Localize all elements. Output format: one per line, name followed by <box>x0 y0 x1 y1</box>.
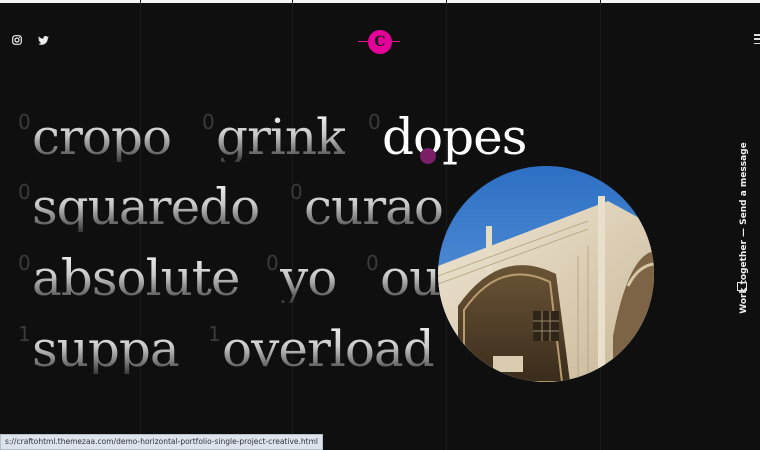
project-link-overload[interactable]: 1 overload <box>208 324 434 374</box>
project-title: yo <box>280 249 337 307</box>
project-title: dopes <box>382 108 527 166</box>
project-preview-image <box>438 166 654 382</box>
social-links <box>10 33 50 47</box>
status-bar-url: s://craftohtml.themezaa.com/demo-horizon… <box>0 434 323 450</box>
project-title: cropo <box>32 108 172 166</box>
logo-letter: C <box>368 30 392 54</box>
twitter-icon[interactable] <box>36 33 50 47</box>
mail-icon[interactable] <box>737 282 747 291</box>
project-number: 1 <box>208 322 221 346</box>
project-link-grink[interactable]: 0 grink <box>202 112 345 162</box>
project-link-ou[interactable]: 0 ou <box>366 253 440 303</box>
project-number: 1 <box>18 322 31 346</box>
project-link-yo[interactable]: 0 yo <box>266 253 336 303</box>
project-title: ou <box>380 249 441 307</box>
grid-line <box>292 0 293 450</box>
project-link-squaredo[interactable]: 0 squaredo <box>18 182 259 232</box>
project-link-curao[interactable]: 0 curao <box>290 182 443 232</box>
instagram-icon[interactable] <box>10 33 24 47</box>
browser-top-edge <box>0 0 760 3</box>
send-message-link[interactable]: Work together — Send a message <box>736 142 752 314</box>
project-number: 0 <box>266 251 279 275</box>
project-number: 0 <box>18 110 31 134</box>
project-title: suppa <box>32 320 179 378</box>
project-title: overload <box>222 320 434 378</box>
brand-logo[interactable]: C <box>358 27 400 57</box>
cursor-dot <box>420 148 436 164</box>
project-link-suppa[interactable]: 1 suppa <box>18 324 179 374</box>
grid-line <box>446 0 447 450</box>
hamburger-menu-icon[interactable] <box>754 34 760 44</box>
project-title: squaredo <box>32 178 260 236</box>
project-title: grink <box>216 108 346 166</box>
project-link-absolute[interactable]: 0 absolute <box>18 253 239 303</box>
project-number: 0 <box>18 251 31 275</box>
project-number: 0 <box>290 180 303 204</box>
project-number: 0 <box>366 251 379 275</box>
project-number: 0 <box>368 110 381 134</box>
project-link-cropo[interactable]: 0 cropo <box>18 112 171 162</box>
project-title: absolute <box>32 249 240 307</box>
project-number: 0 <box>18 180 31 204</box>
project-title: curao <box>304 178 444 236</box>
project-link-dopes[interactable]: 0 dopes <box>368 112 527 162</box>
project-number: 0 <box>202 110 215 134</box>
